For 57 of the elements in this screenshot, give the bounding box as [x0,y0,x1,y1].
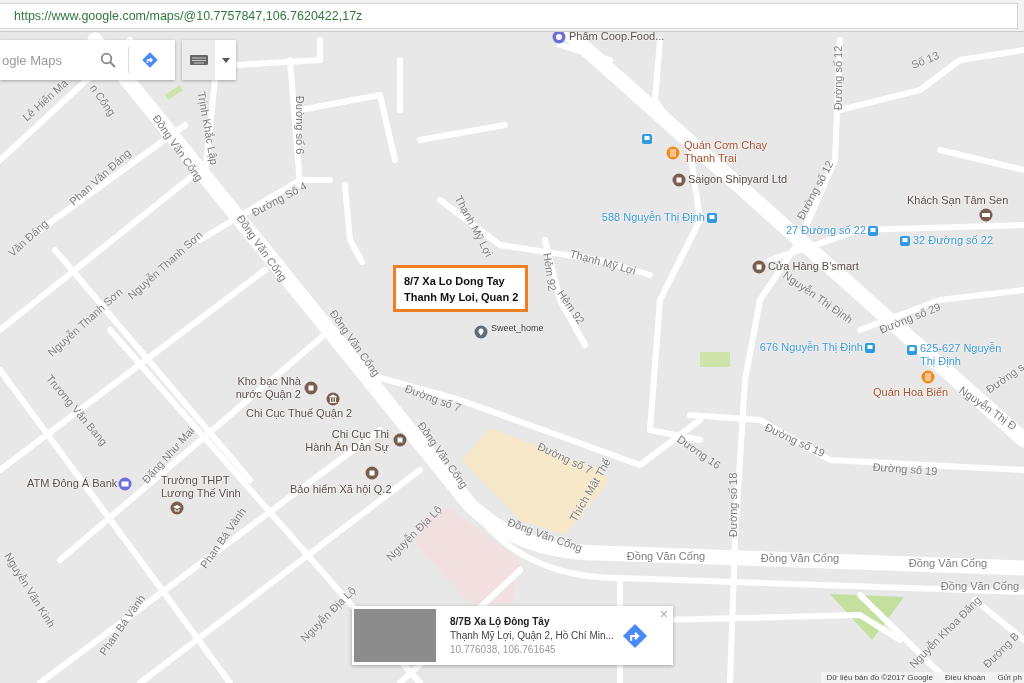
keyboard-icon [189,55,208,65]
shop-icon[interactable] [752,260,766,274]
shop-icon[interactable] [393,433,407,447]
park-area [700,352,730,367]
map-attribution: Dữ liệu bản đồ ©2017 Google [826,672,934,683]
place-label[interactable]: Khách Sạn Tâm Sen [907,194,1009,207]
place-label[interactable]: ATM Đông Á Bank [27,477,118,490]
place-label[interactable]: Phẩm Coop.Food... [569,32,665,43]
park-area [165,85,183,100]
footer-link[interactable]: Gửi ph [997,672,1022,683]
place-coordinates: 10.776038, 106.761645 [450,644,557,655]
street-label: Đường số 18 [727,472,739,538]
address-bar-url: https://www.google.com/maps/@10.7757847,106.7620422,17z [14,8,363,23]
store-icon[interactable] [552,32,566,44]
street-label: Đường số 6 [294,95,306,155]
street-label: Đồng Văn Cống [760,552,840,564]
bus-stop-icon[interactable] [867,225,879,237]
place-label[interactable]: Chi Cục Thi Hành Án Dân Sự [305,428,389,454]
street-label: Đồng Văn Cống [626,550,706,562]
bus-stop-icon[interactable] [906,344,918,356]
street-label: Lê Hiến Ma [20,76,70,124]
callout-text: 8/7 Xa Lo Dong Tay Thanh My Loi, Quan 2 [404,273,519,305]
street-label: Thạnh Mỹ Lợi [452,193,496,259]
street-label: Đồng Văn Cống [908,557,988,569]
place-label[interactable]: Bảo hiểm Xã hội Q.2 [290,483,392,496]
shop-icon[interactable] [304,381,318,395]
place-label[interactable]: Kho bạc Nhà nước Quận 2 [235,375,301,401]
bus-stop-icon[interactable] [641,133,653,145]
street-label: Trịnh Khắc Lập [195,90,221,166]
atm-icon[interactable] [118,477,132,491]
search-icon[interactable] [100,52,116,68]
shop-icon[interactable] [365,466,379,480]
place-label[interactable]: Sweet_home [491,322,544,335]
place-title: 8/7B Xa Lộ Đông Tây [450,616,551,627]
place-label[interactable]: Saigon Shipyard Ltd [688,173,788,186]
school-icon[interactable] [170,501,184,515]
street-label: Thạnh Mỹ Lợi [568,247,638,277]
location-pin-icon[interactable] [474,325,488,339]
search-input[interactable]: ogle Maps [2,52,92,68]
keyboard-button[interactable] [182,40,236,80]
footer-link[interactable]: Điều khoản [945,672,986,683]
bus-stop-icon[interactable] [899,235,911,247]
street-label: Số 13 [909,49,941,71]
place-label[interactable]: Quán Cơm Chay Thanh Trai [684,139,768,165]
street-label: Đồng Văn Cống [940,580,1020,592]
bus-stop-icon[interactable] [864,342,876,354]
place-address: Thạnh Mỹ Lợi, Quận 2, Hồ Chí Min... [450,630,615,641]
place-label[interactable]: Chi Cục Thuế Quận 2 [246,407,353,420]
place-label[interactable]: Quán Hoa Biển [873,386,949,399]
street-label: Đường số 12 [832,45,844,111]
government-building-icon[interactable] [326,392,340,406]
street-label: Hẻm 92 [541,252,559,292]
bus-stop-icon[interactable] [706,212,718,224]
street-label: Đường số 19 [872,460,938,478]
caret-icon [221,57,230,63]
hotel-icon[interactable] [979,208,993,222]
shop-icon[interactable] [672,173,686,187]
